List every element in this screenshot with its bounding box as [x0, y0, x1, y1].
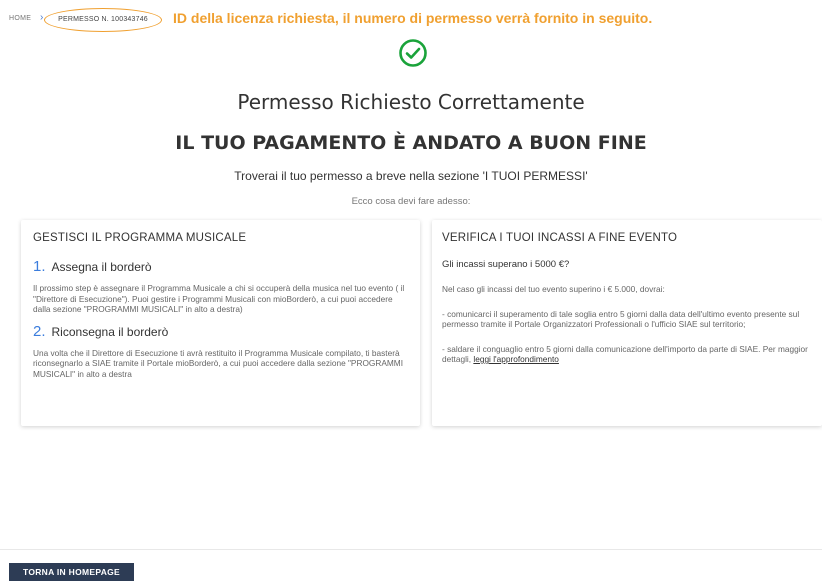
card-title: GESTISCI IL PROGRAMMA MUSICALE: [33, 232, 247, 244]
permit-info: Troverai il tuo permesso a breve nella s…: [234, 169, 588, 183]
step-heading: 2. Riconsegna il borderò: [33, 323, 408, 340]
step-description: Il prossimo step è assegnare il Programm…: [33, 283, 405, 314]
breadcrumb-permit: PERMESSO N. 100343746: [44, 8, 162, 32]
income-paragraph: - saldare il conguaglio entro 5 giorni d…: [442, 344, 812, 365]
next-steps-label: Ecco cosa devi fare adesso:: [351, 196, 471, 207]
breadcrumb-home[interactable]: HOME: [9, 15, 31, 22]
music-program-card: GESTISCI IL PROGRAMMA MUSICALE 1. Assegn…: [21, 220, 420, 426]
page-title: Permesso Richiesto Correttamente: [237, 90, 585, 114]
income-paragraph: - comunicarci il superamento di tale sog…: [442, 308, 800, 330]
step-heading: 1. Assegna il borderò: [33, 258, 408, 275]
income-paragraph: Nel caso gli incassi del tuo evento supe…: [442, 284, 665, 294]
income-question: Gli incassi superano i 5000 €?: [442, 259, 570, 270]
step-description: Una volta che il Direttore di Esecuzione…: [33, 347, 404, 379]
step-number: 2.: [33, 322, 46, 340]
card-title: VERIFICA I TUOI INCASSI A FINE EVENTO: [442, 232, 678, 244]
income-check-card: VERIFICA I TUOI INCASSI A FINE EVENTO Gl…: [432, 220, 822, 426]
step-label: Riconsegna il borderò: [51, 324, 169, 339]
read-more-link[interactable]: leggi l'approfondimento: [473, 354, 559, 364]
payment-status: IL TUO PAGAMENTO È ANDATO A BUON FINE: [175, 132, 647, 154]
annotation-note: ID della licenza richiesta, il numero di…: [173, 10, 653, 26]
step-label: Assegna il borderò: [51, 260, 152, 274]
step-number: 1.: [33, 258, 46, 275]
back-to-homepage-button[interactable]: TORNA IN HOMEPAGE: [9, 563, 134, 581]
check-circle-icon: [399, 39, 427, 67]
footer-bar: TORNA IN HOMEPAGE: [0, 549, 822, 581]
breadcrumb-separator-icon: ›: [40, 12, 44, 23]
